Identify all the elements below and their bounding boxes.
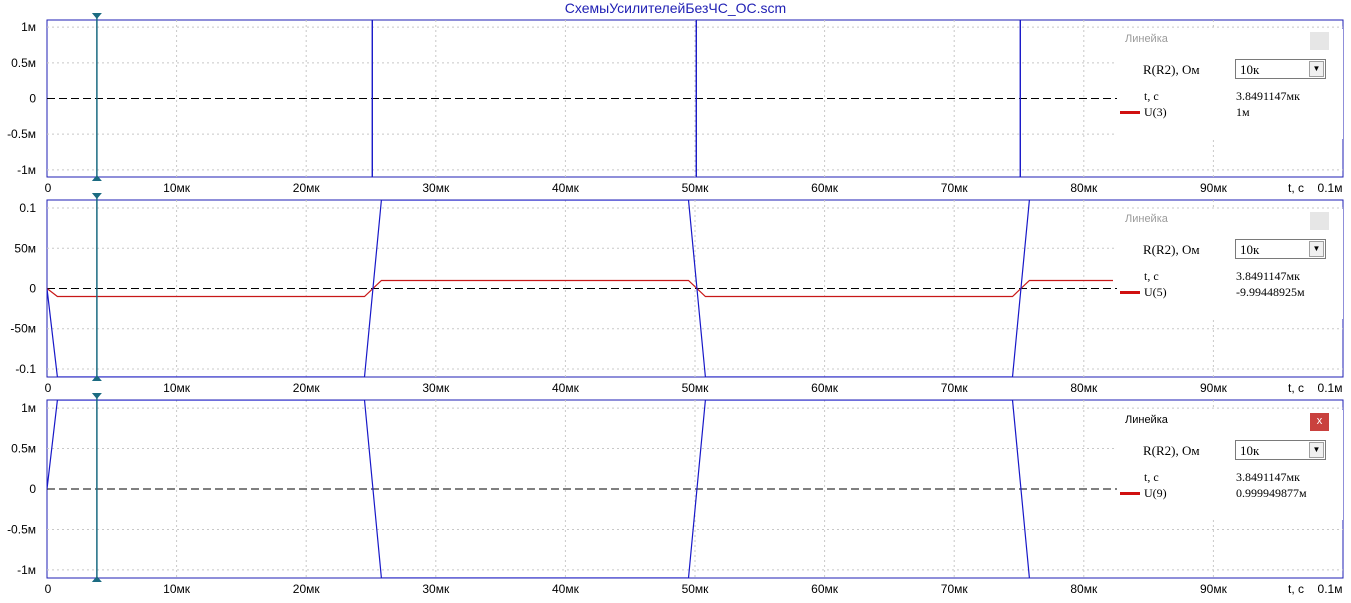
x-tick-label: 40мк [552,181,580,195]
y-tick-label: -1м [17,163,36,177]
x-tick-label: 80мк [1070,181,1098,195]
close-button[interactable]: x [1310,32,1329,50]
x-tick-label: 20мк [293,582,321,596]
trace-value: 0.999949877м [1236,486,1307,500]
chevron-down-icon[interactable]: ▼ [1309,442,1324,458]
x-tick-label: 60мк [811,381,839,395]
x-tick-label: 0 [45,582,52,596]
param-select[interactable]: 10к ▼ [1235,59,1326,79]
y-tick-label: 0 [29,92,36,106]
x-axis-unit-label: t, c [1288,181,1304,195]
time-value: 3.8491147мк [1236,470,1300,484]
time-label: t, c [1144,470,1159,484]
trace-value: -9.99448925м [1236,285,1305,299]
y-tick-label: -0.1 [15,362,36,376]
x-tick-label: 0 [45,181,52,195]
x-tick-label: 30мк [422,181,450,195]
cursor-bottom-marker [91,175,102,181]
x-tick-label: 60мк [811,181,839,195]
x-tick-label: 50мк [682,181,710,195]
x-tick-label: 20мк [293,181,321,195]
cursor-bottom-marker [91,576,102,582]
ruler-panel-1[interactable]: Линейка x R(R2), Ом 10к ▼ t, c 3.8491147… [1117,29,1343,139]
param-select-value: 10к [1240,62,1260,77]
y-tick-label: 1м [21,401,36,415]
y-tick-label: 0 [29,282,36,296]
x-tick-label: 30мк [422,582,450,596]
x-tick-label: 40мк [552,582,580,596]
x-tick-label: 50мк [682,582,710,596]
x-tick-label: 10мк [163,582,191,596]
time-label: t, c [1144,269,1159,283]
x-tick-label: 90мк [1200,181,1228,195]
y-tick-label: 0.1 [19,201,36,215]
x-tick-label: 20мк [293,381,321,395]
ruler-panel-3[interactable]: Линейка x R(R2), Ом 10к ▼ t, c 3.8491147… [1117,410,1343,520]
ruler-panel-title: Линейка [1125,213,1168,225]
x-tick-label: 40мк [552,381,580,395]
x-tick-label: 70мк [941,381,969,395]
x-tick-label: 0 [45,381,52,395]
chevron-down-icon[interactable]: ▼ [1309,241,1324,257]
trace-label: U(9) [1144,486,1167,500]
x-axis-unit-label: t, c [1288,582,1304,596]
close-button[interactable]: x [1310,212,1329,230]
x-tick-label: 80мк [1070,381,1098,395]
y-tick-label: 50м [14,241,36,255]
x-tick-label: 30мк [422,381,450,395]
y-tick-label: 0 [29,482,36,496]
y-tick-label: 1м [21,20,36,34]
x-tick-label: 10мк [163,381,191,395]
x-axis-end-label: 0.1м [1318,381,1343,395]
trace-legend-swatch [1120,492,1140,495]
trace-legend-swatch [1120,111,1140,114]
x-tick-label: 50мк [682,381,710,395]
param-select[interactable]: 10к ▼ [1235,239,1326,259]
x-tick-label: 90мк [1200,582,1228,596]
trace-label: U(3) [1144,105,1167,119]
trace-legend-swatch [1120,291,1140,294]
trace-value: 1м [1236,105,1250,119]
cursor-bottom-marker [91,375,102,381]
ruler-panel-title: Линейка [1125,414,1168,426]
chevron-down-icon[interactable]: ▼ [1309,61,1324,77]
y-tick-label: 0.5м [11,56,36,70]
cursor-top-marker [91,13,102,19]
param-label: R(R2), Ом [1143,62,1200,77]
ruler-panel-2[interactable]: Линейка x R(R2), Ом 10к ▼ t, c 3.8491147… [1117,209,1343,319]
y-tick-label: -50м [10,322,36,336]
x-tick-label: 10мк [163,181,191,195]
param-select[interactable]: 10к ▼ [1235,440,1326,460]
close-button[interactable]: x [1310,413,1329,431]
time-value: 3.8491147мк [1236,89,1300,103]
y-tick-label: -0.5м [7,127,36,141]
param-select-value: 10к [1240,443,1260,458]
y-tick-label: -1м [17,563,36,577]
x-axis-end-label: 0.1м [1318,582,1343,596]
x-axis-unit-label: t, c [1288,381,1304,395]
cursor-top-marker [91,393,102,399]
x-tick-label: 70мк [941,181,969,195]
x-tick-label: 60мк [811,582,839,596]
time-label: t, c [1144,89,1159,103]
ruler-panel-title: Линейка [1125,33,1168,45]
x-tick-label: 70мк [941,582,969,596]
param-select-value: 10к [1240,242,1260,257]
x-tick-label: 90мк [1200,381,1228,395]
param-label: R(R2), Ом [1143,242,1200,257]
x-tick-label: 80мк [1070,582,1098,596]
trace-label: U(5) [1144,285,1167,299]
y-tick-label: 0.5м [11,442,36,456]
param-label: R(R2), Ом [1143,443,1200,458]
cursor-top-marker [91,193,102,199]
x-axis-end-label: 0.1м [1318,181,1343,195]
time-value: 3.8491147мк [1236,269,1300,283]
y-tick-label: -0.5м [7,522,36,536]
